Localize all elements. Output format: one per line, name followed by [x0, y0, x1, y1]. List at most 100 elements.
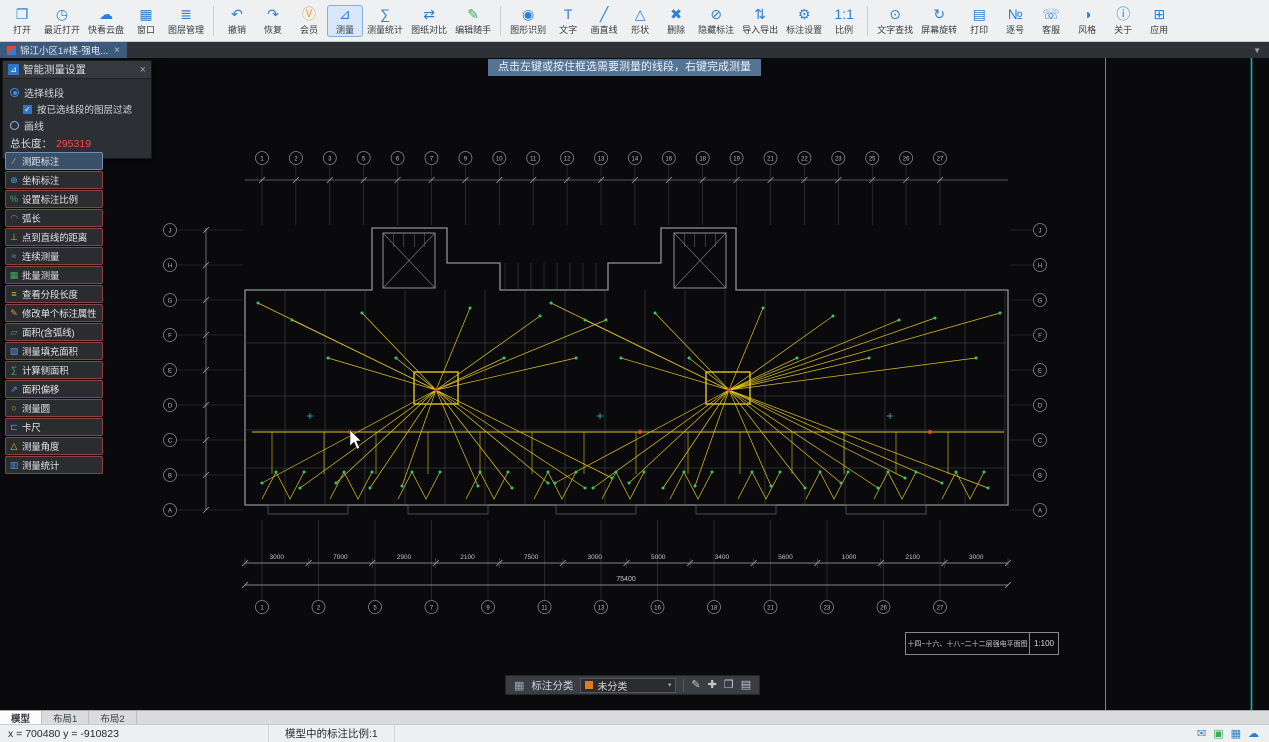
svg-text:22: 22: [801, 156, 808, 162]
toolbar-text-button[interactable]: T 文字: [550, 5, 586, 37]
pan-icon[interactable]: ✚: [708, 676, 717, 694]
tool-item[interactable]: ∑ 计算侧面积: [5, 361, 103, 379]
panel-titlebar[interactable]: ⊿ 智能测量设置 ×: [3, 61, 151, 79]
tool-item[interactable]: % 设置标注比例: [5, 190, 103, 208]
cloud-icon: ☁: [99, 5, 114, 22]
toolbar-line-button[interactable]: ╱ 画直线: [586, 5, 622, 37]
mail-icon[interactable]: ✉: [1197, 727, 1206, 741]
layout-tab-模型[interactable]: 模型: [0, 711, 43, 725]
svg-text:27: 27: [937, 156, 944, 162]
tool-item[interactable]: ≈ 连续测量: [5, 247, 103, 265]
window-icon: ▦: [139, 5, 153, 22]
cloud-icon[interactable]: ☁: [1248, 727, 1259, 741]
toolbar-hide-annot-button[interactable]: ⊘ 隐藏标注: [694, 5, 738, 37]
tool-item[interactable]: ✎ 修改单个标注属性: [5, 304, 103, 322]
toolbar-undo-button[interactable]: ↶ 撤销: [219, 5, 255, 37]
tool-item-icon: ✎: [10, 307, 18, 318]
toolbar-measure-button[interactable]: ⊿ 测量: [327, 4, 364, 37]
hide-annot-icon: ⊘: [710, 5, 722, 22]
toolbar-redo-button[interactable]: ↷ 恢复: [255, 5, 291, 37]
toolbar-about-button[interactable]: ⓘ 关于: [1105, 5, 1141, 37]
recent-icon: ◷: [55, 5, 69, 22]
tool-item[interactable]: ⇗ 面积偏移: [5, 380, 103, 398]
tool-item[interactable]: ◠ 弧长: [5, 209, 103, 227]
panel-title: 智能测量设置: [23, 64, 86, 76]
toolbar-scale-button[interactable]: 1:1 比例: [826, 5, 862, 37]
toolbar-apps-button[interactable]: ⊞ 应用: [1141, 5, 1177, 37]
svg-text:26: 26: [880, 605, 887, 611]
option-draw-line[interactable]: 画线: [10, 117, 144, 134]
panel-close-icon[interactable]: ×: [140, 64, 146, 76]
document-tab-close-icon[interactable]: ×: [114, 45, 120, 56]
toolbar-layers-button[interactable]: ≣ 图层管理: [164, 5, 208, 37]
toolbar-collapse-arrow[interactable]: ▼: [1245, 42, 1269, 58]
toolbar-item-label: 打开: [12, 24, 31, 35]
copy-icon[interactable]: ❐: [724, 676, 734, 694]
toolbar-vip-button[interactable]: Ⓥ 会员: [291, 5, 327, 37]
toolbar-annot-settings-button[interactable]: ⚙ 标注设置: [782, 5, 826, 37]
option-layer-filter[interactable]: ✓ 按已选线段的图层过滤: [10, 101, 144, 117]
capture-icon[interactable]: ▣: [1213, 727, 1223, 741]
toolbar-number-button[interactable]: № 逐号: [997, 5, 1033, 37]
svg-text:3000: 3000: [587, 554, 602, 561]
toolbar-delete-button[interactable]: ✖ 删除: [658, 5, 694, 37]
tool-item-label: 查看分段长度: [22, 290, 78, 301]
paste-icon[interactable]: ▤: [741, 676, 751, 694]
dimension-layer: 3000 7000 2900 2100 7500 3000 5000 3400 5600 1000…: [202, 176, 1012, 589]
svg-text:C: C: [1038, 438, 1043, 444]
tool-item[interactable]: △ 测量角度: [5, 437, 103, 455]
toolbar-rotate-screen-button[interactable]: ↻ 屏幕旋转: [917, 5, 961, 37]
edit-icon[interactable]: ✎: [691, 676, 700, 694]
toolbar-style-button[interactable]: ◑ 风格: [1069, 5, 1105, 37]
tool-item-icon: ⇗: [10, 383, 18, 394]
toolbar-sketch-button[interactable]: ✎ 编辑随手: [451, 5, 495, 37]
main-toolbar: ❐ 打开 ◷ 最近打开 ☁ 快看云盘 ▦ 窗口 ≣ 图层管理 ↶ 撤销 ↷ 恢复 Ⓥ 会员 ⊿ 测量 ∑ 测量统计 ⇄ 图…: [0, 0, 1269, 42]
tool-item-icon: ⊥: [10, 231, 18, 242]
toolbar-print-button[interactable]: ▤ 打印: [961, 5, 997, 37]
tool-item-label: 测量填充面积: [22, 347, 78, 358]
tool-item-icon: ▦: [9, 269, 19, 280]
toolbar-recent-button[interactable]: ◷ 最近打开: [40, 5, 84, 37]
toolbar-item-label: 风格: [1078, 24, 1097, 35]
toolbar-window-button[interactable]: ▦ 窗口: [128, 5, 164, 37]
layout-tab-布局2[interactable]: 布局2: [89, 711, 137, 725]
radio-on-icon: [10, 88, 19, 97]
toolbar-find-text-button[interactable]: ⊙ 文字查找: [873, 5, 917, 37]
toolbar-import-export-button[interactable]: ⇅ 导入导出: [738, 5, 782, 37]
document-tab[interactable]: 锦江小区1#楼-强电... ×: [0, 42, 127, 58]
toolbar-service-button[interactable]: ☏ 客服: [1033, 5, 1069, 37]
tool-item[interactable]: ▦ 批量测量: [5, 266, 103, 284]
tool-item[interactable]: ⊥ 点到直线的距离: [5, 228, 103, 246]
monitor-icon[interactable]: ▦: [1231, 727, 1241, 741]
layout-tab-布局1[interactable]: 布局1: [42, 711, 90, 725]
tool-item[interactable]: ∕ 测距标注: [5, 152, 103, 170]
tool-item[interactable]: ○ 测量圆: [5, 399, 103, 417]
tool-item[interactable]: ▱ 面积(含弧线): [5, 323, 103, 341]
svg-text:18: 18: [699, 156, 706, 162]
toolbar-recognize-button[interactable]: ◉ 图形识别: [506, 5, 550, 37]
tool-item[interactable]: ≡ 查看分段长度: [5, 285, 103, 303]
rotate-screen-icon: ↻: [933, 5, 946, 22]
drawing-title-block: 十四~十六、十八~二十二层强电平面图 1:100: [905, 632, 1059, 655]
toolbar-shape-button[interactable]: △ 形状: [622, 5, 658, 37]
svg-text:2900: 2900: [397, 554, 412, 561]
tool-item[interactable]: ▥ 测量统计: [5, 456, 103, 474]
category-select[interactable]: 未分类 ▾: [580, 677, 677, 693]
tool-item[interactable]: ⊏ 卡尺: [5, 418, 103, 436]
svg-text:D: D: [1038, 403, 1043, 409]
toolbar-measure-stats-button[interactable]: ∑ 测量统计: [363, 5, 407, 37]
svg-text:E: E: [1038, 368, 1042, 374]
toolbar-cloud-button[interactable]: ☁ 快看云盘: [84, 5, 128, 37]
svg-text:F: F: [1038, 333, 1042, 339]
annotation-toolbar: ▦ 标注分类 未分类 ▾ ✎ ✚ ❐ ▤: [505, 675, 761, 695]
svg-text:10: 10: [496, 156, 503, 162]
option-select-segment[interactable]: 选择线段: [10, 84, 144, 101]
tool-item[interactable]: ⊕ 坐标标注: [5, 171, 103, 189]
toolbar-open-button[interactable]: ❐ 打开: [4, 5, 40, 37]
category-grid-icon[interactable]: ▦: [514, 679, 524, 692]
document-tab-title: 锦江小区1#楼-强电...: [20, 46, 109, 57]
toolbar-compare-button[interactable]: ⇄ 图纸对比: [407, 5, 451, 37]
tool-item[interactable]: ▨ 测量填充面积: [5, 342, 103, 360]
drawing-canvas[interactable]: 1 2 3 5 6 7 9 10 11 12 13 14 16 18 19 21 22 23 25 26 27 1 2 5 7 9…: [0, 58, 1269, 710]
tool-item-label: 设置标注比例: [22, 195, 78, 206]
